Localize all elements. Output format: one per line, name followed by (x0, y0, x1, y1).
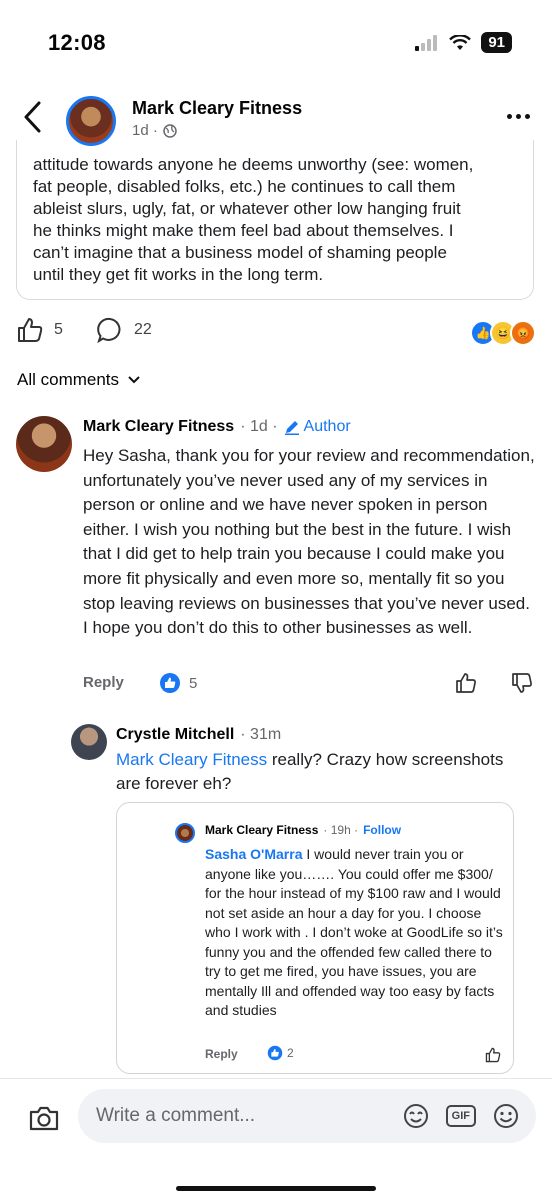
reply-avatar[interactable] (71, 724, 107, 760)
chevron-down-icon (128, 376, 140, 384)
signal-icon (415, 34, 438, 51)
screenshot-body: I would never train you or anyone like y… (205, 846, 503, 1018)
thumbs-up-icon (18, 318, 43, 342)
battery-level: 91 (481, 32, 512, 53)
comment-action[interactable]: 22 (96, 316, 152, 344)
wifi-icon (449, 34, 472, 50)
home-indicator (176, 1186, 376, 1191)
comment-likes[interactable]: 5 (159, 672, 197, 694)
screenshot-text: Sasha O'Marra I would never train you or… (205, 845, 505, 1021)
emoji-icon[interactable] (492, 1102, 520, 1130)
screenshot-header: Mark Cleary Fitness · 19h · Follow (205, 823, 401, 837)
thumbs-up-icon (485, 1047, 501, 1063)
composer-divider (0, 1078, 552, 1079)
reaction-summary[interactable]: 👍 😆 😡 (470, 320, 536, 346)
like-badge-icon (267, 1045, 283, 1061)
thumbs-up-icon[interactable] (455, 672, 477, 694)
review-text: attitude towards anyone he deems unworth… (33, 155, 474, 284)
status-icons: 91 (415, 32, 512, 53)
comment-text: Hey Sasha, thank you for your review and… (83, 446, 535, 638)
screenshot-actions: Reply 2 (205, 1045, 501, 1065)
comment-header: Mark Cleary Fitness · 1d · Author (83, 418, 351, 436)
screenshot-likes: 2 (267, 1045, 294, 1061)
screenshot-mention: Sasha O'Marra (205, 846, 303, 862)
composer-icons: GIF (402, 1102, 520, 1130)
reply-text: Mark Cleary Fitness really? Crazy how sc… (116, 748, 516, 796)
reply-author-name[interactable]: Crystle Mitchell (116, 726, 234, 744)
camera-icon[interactable] (28, 1104, 60, 1132)
comment-time: · 1d · (240, 418, 278, 435)
commenter-avatar[interactable] (16, 416, 72, 472)
gif-icon[interactable]: GIF (445, 1105, 476, 1127)
attached-screenshot[interactable]: Mark Cleary Fitness · 19h · Follow Sasha… (116, 802, 514, 1074)
angry-reaction-icon: 😡 (510, 320, 536, 346)
like-badge-icon (160, 673, 180, 693)
screenshot-reply: Reply (205, 1047, 238, 1061)
like-action[interactable]: 5 (16, 316, 63, 344)
screenshot-time: · 19h · (323, 823, 359, 837)
comment-bubble-icon (97, 317, 121, 344)
more-options-icon[interactable] (507, 114, 530, 119)
vote-buttons (455, 672, 533, 694)
screenshot-avatar (175, 823, 195, 843)
comments-filter[interactable]: All comments (17, 370, 141, 390)
reply-header: Crystle Mitchell · 31m (116, 726, 281, 744)
screenshot-author: Mark Cleary Fitness (205, 823, 319, 837)
commenter-name[interactable]: Mark Cleary Fitness (83, 418, 234, 436)
mention-link[interactable]: Mark Cleary Fitness (116, 750, 267, 769)
comment-count: 22 (134, 321, 152, 338)
reply-time: · 31m (240, 726, 282, 743)
post-time: 1d · (132, 122, 158, 139)
screenshot-like-count: 2 (287, 1046, 294, 1060)
thumbs-down-icon[interactable] (511, 672, 533, 694)
comments-filter-label: All comments (17, 370, 120, 389)
comment-actions: Reply 5 (83, 672, 533, 698)
reply-button[interactable]: Reply (83, 674, 124, 691)
post-meta: 1d · (132, 122, 177, 139)
author-badge-label: Author (303, 418, 351, 435)
status-time: 12:08 (48, 30, 106, 55)
comment-like-count: 5 (189, 674, 198, 692)
page-title[interactable]: Mark Cleary Fitness (132, 98, 302, 119)
back-arrow-icon[interactable] (22, 100, 44, 134)
avatar-sticker-icon[interactable] (402, 1102, 430, 1130)
page-avatar[interactable] (66, 96, 116, 146)
pencil-icon (284, 421, 299, 435)
author-badge: Author (284, 418, 351, 436)
like-count: 5 (54, 321, 63, 338)
review-card: attitude towards anyone he deems unworth… (16, 140, 534, 300)
reaction-bar: 5 22 👍 😆 😡 (16, 316, 536, 346)
comment-input[interactable]: Write a comment... GIF (78, 1089, 536, 1143)
globe-icon (163, 123, 177, 138)
screenshot-follow: Follow (363, 823, 402, 837)
comment-placeholder: Write a comment... (96, 1105, 256, 1126)
